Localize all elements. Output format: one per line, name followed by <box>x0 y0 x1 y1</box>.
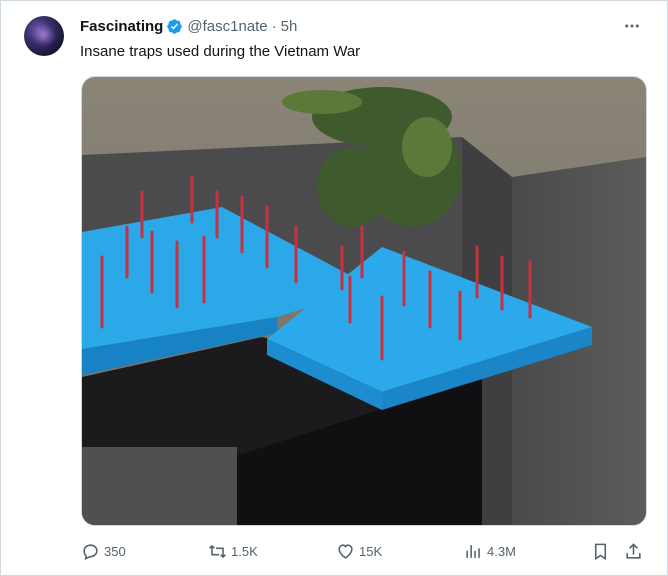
more-icon[interactable] <box>621 15 643 37</box>
repost-button[interactable]: 1.5K <box>208 537 258 565</box>
reply-icon <box>83 543 98 560</box>
reply-count: 350 <box>104 543 126 559</box>
handle[interactable]: @fasc1nate <box>187 18 267 35</box>
timestamp[interactable]: 5h <box>281 18 298 35</box>
bookmark-button[interactable] <box>591 537 610 565</box>
views-count: 4.3M <box>487 543 516 559</box>
share-button[interactable] <box>624 537 643 565</box>
reply-button[interactable]: 350 <box>81 537 126 565</box>
tweet-header: Fascinating @fasc1nate · 5h <box>80 18 297 35</box>
like-count: 15K <box>359 543 383 559</box>
bookmark-icon <box>594 543 607 560</box>
verified-badge-icon <box>167 19 183 34</box>
views-button[interactable]: 4.3M <box>464 537 516 565</box>
repost-icon <box>209 544 226 558</box>
tweet-text: Insane traps used during the Vietnam War <box>80 43 361 60</box>
action-bar: 350 1.5K 15K 4.3M <box>81 537 645 565</box>
avatar[interactable] <box>24 16 64 56</box>
tweet-card[interactable]: Fascinating @fasc1nate · 5h Insane traps… <box>0 0 668 576</box>
separator-dot: · <box>271 18 277 35</box>
trap-illustration <box>82 77 646 525</box>
views-icon <box>466 544 480 558</box>
like-icon <box>338 543 353 559</box>
repost-count: 1.5K <box>231 543 258 559</box>
display-name[interactable]: Fascinating <box>80 18 163 35</box>
like-button[interactable]: 15K <box>336 537 382 565</box>
share-icon <box>626 542 641 559</box>
tweet-media[interactable] <box>81 76 647 526</box>
